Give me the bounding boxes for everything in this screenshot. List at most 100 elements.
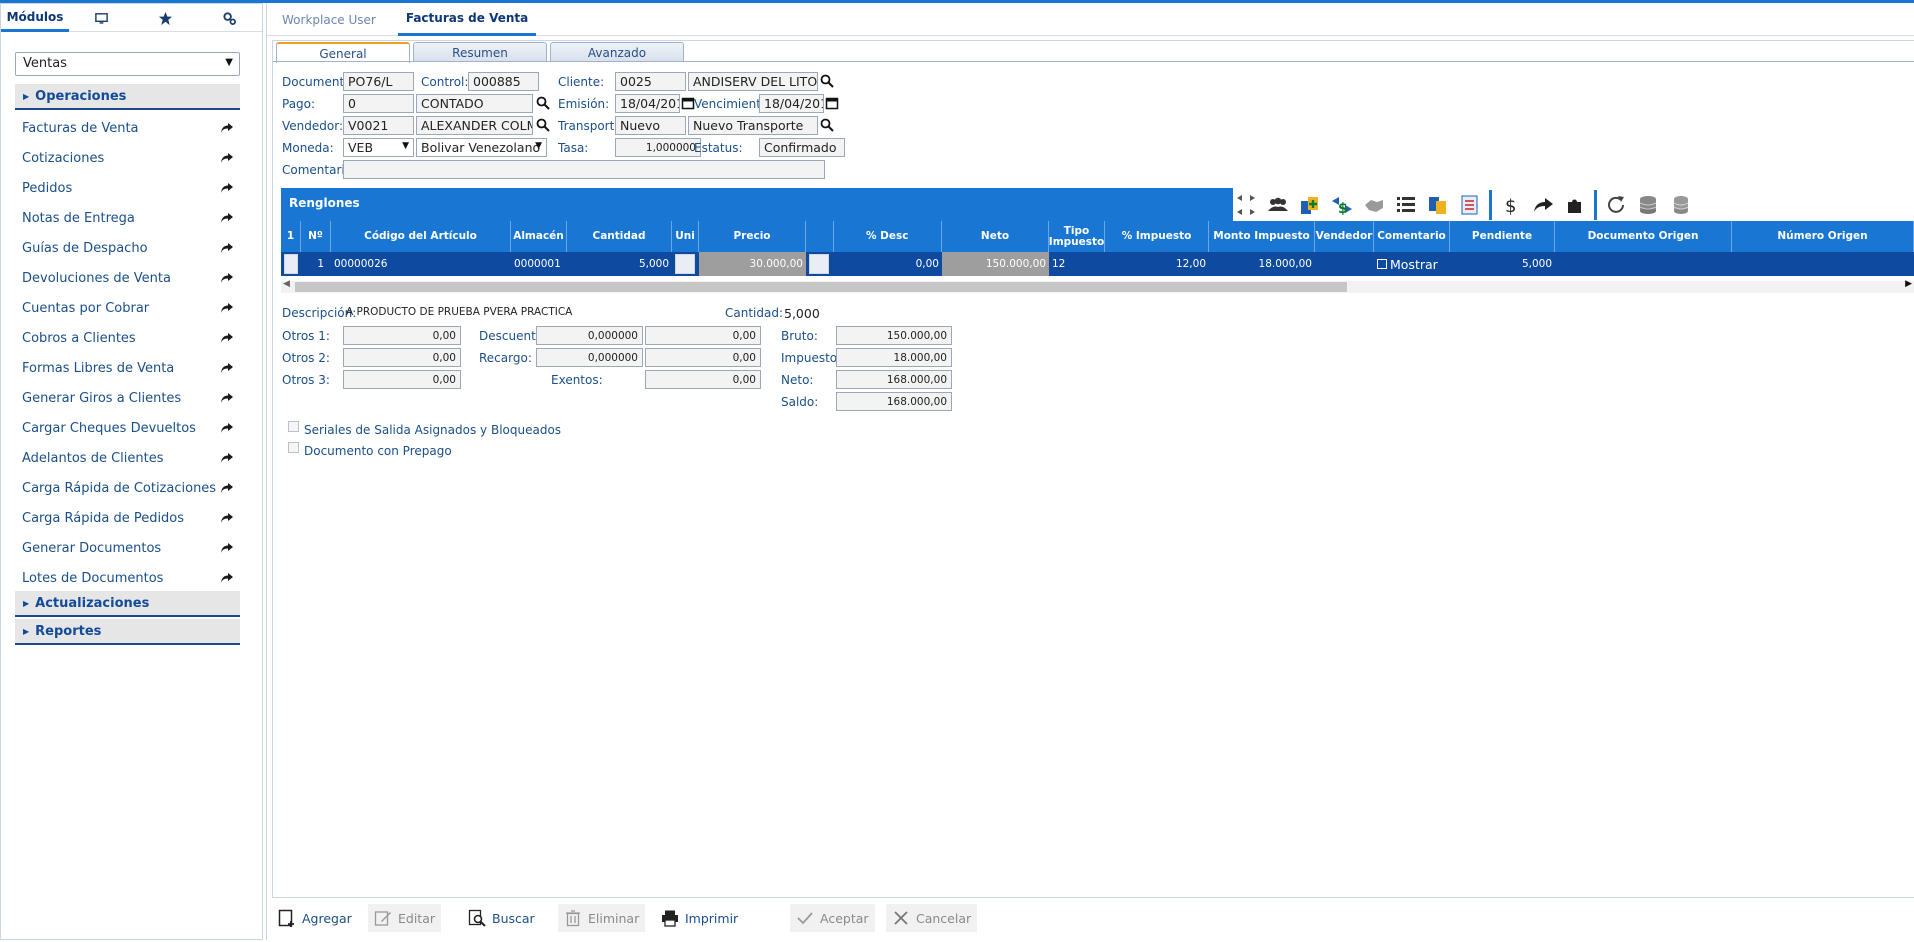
vencimiento-field[interactable]: 18/04/2018 xyxy=(759,94,824,113)
col-header[interactable]: Neto xyxy=(942,221,1049,252)
menu-item[interactable]: Guías de Despacho xyxy=(15,233,240,263)
almacen-cell[interactable]: 0000001 xyxy=(511,252,567,276)
list-icon[interactable] xyxy=(1393,192,1419,218)
section-operaciones[interactable]: ▶ Operaciones xyxy=(15,84,240,110)
descuento-amount-field[interactable]: 0,00 xyxy=(645,326,761,345)
database-stack-icon[interactable] xyxy=(1667,192,1693,218)
col-header[interactable]: Comentario xyxy=(1374,221,1450,252)
recargo-pct-field[interactable]: 0,000000 xyxy=(536,348,643,367)
eliminar-button[interactable]: Eliminar xyxy=(558,904,646,932)
recargo-amount-field[interactable]: 0,00 xyxy=(645,348,761,367)
menu-item[interactable]: Cobros a Clientes xyxy=(15,323,240,353)
otros1-field[interactable]: 0,00 xyxy=(343,326,461,345)
menu-item[interactable]: Cuentas por Cobrar xyxy=(15,293,240,323)
moneda-code-select[interactable]: VEB ▼ xyxy=(343,138,414,157)
col-header[interactable]: Vendedor xyxy=(1315,221,1374,252)
tab-workplace-user[interactable]: Workplace User xyxy=(274,3,384,36)
menu-item[interactable]: Generar Documentos xyxy=(15,533,240,563)
section-reportes[interactable]: ▶ Reportes xyxy=(15,619,240,645)
col-header[interactable]: Cantidad xyxy=(567,221,672,252)
emision-field[interactable]: 18/04/2018 xyxy=(615,94,680,113)
descuento-pct-field[interactable]: 0,000000 xyxy=(536,326,643,345)
col-header[interactable]: Tipo Impuesto xyxy=(1049,221,1105,252)
users-icon[interactable] xyxy=(1265,192,1291,218)
precio-cell[interactable]: 30.000,00 xyxy=(699,252,806,276)
menu-item[interactable]: Cargar Cheques Devueltos xyxy=(15,413,240,443)
col-header[interactable]: Código del Artículo xyxy=(331,221,511,252)
tasa-field[interactable]: 1,000000 xyxy=(615,138,701,157)
table-row[interactable]: 1 00000026 0000001 5,000 30.000,00 0,00 … xyxy=(281,252,1914,276)
search-icon[interactable] xyxy=(536,96,550,110)
tab-monitor[interactable] xyxy=(69,4,133,32)
puzzle-icon[interactable] xyxy=(1562,192,1588,218)
menu-item[interactable]: Adelantos de Clientes xyxy=(15,443,240,473)
calendar-icon[interactable] xyxy=(681,96,695,110)
seriales-checkbox[interactable] xyxy=(288,421,299,432)
control-field[interactable]: 000885 xyxy=(468,72,539,91)
imprimir-button[interactable]: Imprimir xyxy=(655,904,744,932)
pago-name-field[interactable]: CONTADO xyxy=(416,94,533,113)
comentario-cell[interactable]: Mostrar xyxy=(1374,252,1450,276)
col-header[interactable]: Número Origen xyxy=(1732,221,1914,252)
descuento-cell[interactable]: 0,00 xyxy=(834,252,942,276)
tipo-impuesto-cell[interactable]: 12 xyxy=(1049,252,1105,276)
precio-option-cell[interactable] xyxy=(806,252,834,276)
search-icon[interactable] xyxy=(820,118,834,132)
forward-icon[interactable] xyxy=(1530,192,1556,218)
tab-configuracion[interactable] xyxy=(197,4,261,32)
menu-item[interactable]: Notas de Entrega xyxy=(15,203,240,233)
tab-modulos[interactable]: Módulos xyxy=(1,4,69,32)
scrollbar-thumb[interactable] xyxy=(295,282,1347,292)
add-item-icon[interactable] xyxy=(1297,192,1323,218)
precio-option-box[interactable] xyxy=(809,254,829,274)
agregar-button[interactable]: Agregar xyxy=(272,904,358,932)
transporte-code-field[interactable]: Nuevo xyxy=(615,116,686,135)
row-select-box[interactable] xyxy=(284,254,298,274)
pago-code-field[interactable]: 0 xyxy=(343,94,414,113)
scroll-left-icon[interactable]: ◀ xyxy=(283,279,290,289)
col-header[interactable]: Monto Impuesto xyxy=(1209,221,1315,252)
copy-docs-icon[interactable] xyxy=(1425,192,1451,218)
handshake-icon[interactable] xyxy=(1361,192,1387,218)
mostrar-link[interactable]: Mostrar xyxy=(1390,257,1438,272)
col-header[interactable]: % Impuesto xyxy=(1105,221,1209,252)
col-header[interactable]: Pendiente xyxy=(1450,221,1555,252)
cliente-name-field[interactable]: ANDISERV DEL LITORAL S xyxy=(688,72,818,91)
prepago-checkbox[interactable] xyxy=(288,442,299,453)
dollar-icon[interactable]: $ xyxy=(1498,192,1524,218)
moneda-name-select[interactable]: Bolivar Venezolano ▼ xyxy=(416,138,547,157)
codigo-cell[interactable]: 00000026 xyxy=(331,252,511,276)
report-icon[interactable] xyxy=(1457,192,1483,218)
vendedor-name-field[interactable]: ALEXANDER COLMENARES xyxy=(416,116,533,135)
menu-item[interactable]: Carga Rápida de Cotizaciones xyxy=(15,473,240,503)
col-header[interactable]: Almacén xyxy=(511,221,567,252)
col-header[interactable] xyxy=(806,221,834,252)
documento-field[interactable]: PO76/L xyxy=(343,72,414,91)
menu-item[interactable]: Lotes de Documentos xyxy=(15,563,240,593)
comentario-field[interactable] xyxy=(343,160,825,179)
cancelar-button[interactable]: Cancelar xyxy=(886,904,978,932)
cantidad-cell[interactable]: 5,000 xyxy=(567,252,672,276)
editar-button[interactable]: Editar xyxy=(368,904,442,932)
vendedor-cell[interactable] xyxy=(1315,252,1374,276)
buscar-button[interactable]: Buscar xyxy=(462,904,541,932)
menu-item[interactable]: Generar Giros a Clientes xyxy=(15,383,240,413)
module-select[interactable]: Ventas ▼ xyxy=(15,52,240,76)
section-actualizaciones[interactable]: ▶ Actualizaciones xyxy=(15,591,240,617)
vendedor-code-field[interactable]: V0021 xyxy=(343,116,414,135)
search-icon[interactable] xyxy=(536,118,550,132)
menu-item[interactable]: Cotizaciones xyxy=(15,143,240,173)
col-header[interactable]: % Desc xyxy=(834,221,942,252)
unidad-cell[interactable] xyxy=(672,252,699,276)
unidad-box[interactable] xyxy=(675,254,695,274)
col-header[interactable]: 1 xyxy=(281,221,301,252)
cliente-code-field[interactable]: 0025 xyxy=(615,72,686,91)
calendar-icon[interactable] xyxy=(825,96,839,110)
menu-item[interactable]: Carga Rápida de Pedidos xyxy=(15,503,240,533)
database-icon[interactable] xyxy=(1635,192,1661,218)
refresh-icon[interactable] xyxy=(1603,192,1629,218)
menu-item[interactable]: Formas Libres de Venta xyxy=(15,353,240,383)
otros2-field[interactable]: 0,00 xyxy=(343,348,461,367)
tab-favoritos[interactable] xyxy=(133,4,197,32)
aceptar-button[interactable]: Aceptar xyxy=(790,904,875,932)
